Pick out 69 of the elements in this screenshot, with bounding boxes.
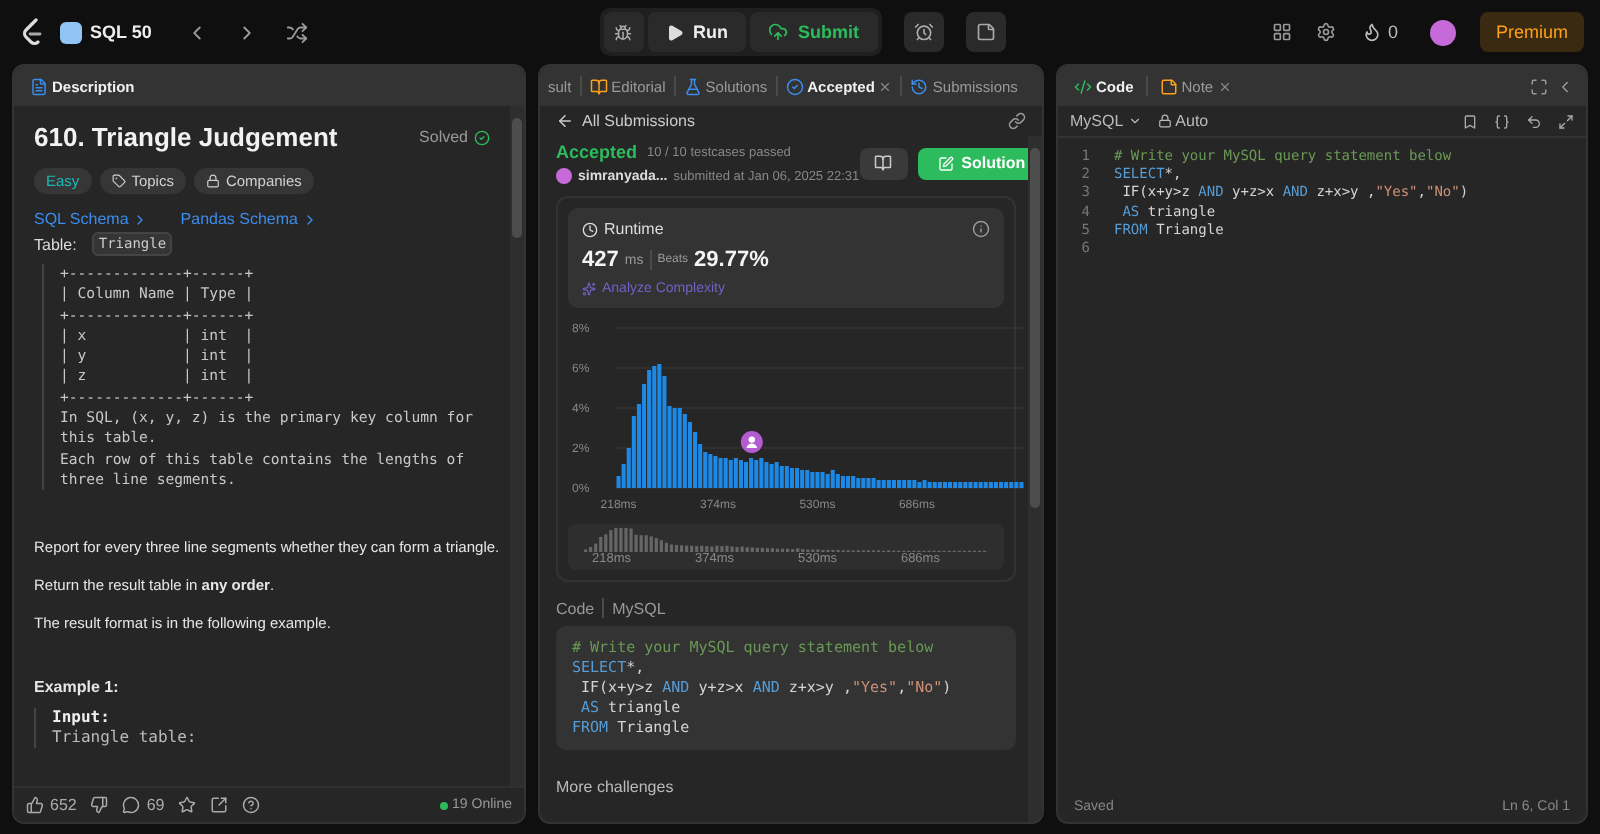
like-button[interactable]: 652 (26, 796, 77, 814)
code-icon (1074, 77, 1092, 95)
example-input-label: Input: (52, 708, 112, 729)
timer-button[interactable] (903, 12, 943, 52)
link-icon[interactable] (1008, 112, 1026, 130)
chevron-left-icon[interactable] (1556, 77, 1574, 95)
history-icon (910, 77, 929, 95)
book-button[interactable] (859, 147, 908, 179)
bookmark-icon[interactable] (1462, 113, 1478, 129)
scrollbar[interactable] (1028, 136, 1042, 822)
thumbs-down-icon[interactable] (90, 796, 109, 814)
debug-button[interactable] (603, 12, 643, 52)
comments-button[interactable]: 69 (122, 796, 165, 814)
flame-icon (1361, 22, 1382, 42)
scrollbar[interactable] (510, 106, 524, 786)
back-link[interactable]: All Submissions (556, 112, 695, 130)
undo-icon[interactable] (1526, 113, 1542, 129)
comment-icon (122, 796, 141, 814)
language-select[interactable]: MySQL (1070, 112, 1142, 130)
expand-icon[interactable] (1558, 113, 1574, 129)
code-label: Code (556, 599, 595, 617)
check-circle-icon (785, 77, 804, 95)
flask-icon (683, 77, 702, 95)
note-button[interactable] (965, 12, 1005, 52)
lock-icon (205, 174, 220, 188)
cloud-upload-icon (768, 22, 788, 42)
example-table-label: Triangle table: (52, 728, 199, 749)
streak-counter[interactable]: 0 (1353, 22, 1406, 42)
check-circle-icon (474, 129, 490, 145)
grid-icon[interactable] (1271, 22, 1292, 42)
braces-icon[interactable] (1494, 113, 1510, 129)
share-icon[interactable] (210, 796, 229, 814)
premium-button[interactable]: Premium (1479, 12, 1584, 52)
run-button[interactable]: Run (647, 12, 746, 52)
problem-title: 610. Triangle Judgement (34, 122, 338, 152)
solved-status: Solved (419, 128, 490, 146)
alarm-clock-icon (913, 22, 933, 42)
table-label: Table: (34, 235, 77, 253)
note-icon (975, 22, 995, 42)
fullscreen-icon[interactable] (1530, 77, 1548, 95)
star-icon[interactable] (178, 796, 197, 814)
bug-icon (614, 23, 632, 41)
document-icon (30, 77, 48, 95)
user-avatar (556, 168, 572, 184)
book-icon (874, 154, 893, 172)
avatar[interactable] (1429, 19, 1456, 45)
schema-link[interactable]: Pandas Schema (180, 210, 318, 228)
logo-icon[interactable] (20, 18, 44, 46)
list-icon (60, 21, 82, 43)
more-challenges-heading: More challenges (556, 778, 676, 796)
arrow-left-icon (556, 112, 574, 130)
book-icon (589, 77, 608, 95)
settings-icon[interactable] (1315, 22, 1336, 42)
chevron-down-icon (1127, 114, 1142, 128)
schema-link[interactable]: SQL Schema (34, 210, 149, 228)
shuffle-icon[interactable] (285, 21, 308, 43)
note-icon (1159, 77, 1178, 95)
verdict-text: Accepted (556, 142, 638, 162)
code-language: MySQL (612, 599, 666, 617)
problem-list-button[interactable]: SQL 50 (60, 21, 152, 43)
lock-icon (1157, 114, 1172, 128)
tag-icon (111, 174, 126, 188)
submit-button[interactable]: Submit (750, 12, 877, 52)
auto-mode-toggle[interactable]: Auto (1157, 112, 1209, 130)
edit-icon (937, 155, 954, 171)
thumbs-up-icon (26, 796, 44, 814)
example-heading: Example 1: (34, 678, 121, 697)
play-icon (665, 23, 683, 41)
help-icon[interactable] (242, 796, 261, 814)
